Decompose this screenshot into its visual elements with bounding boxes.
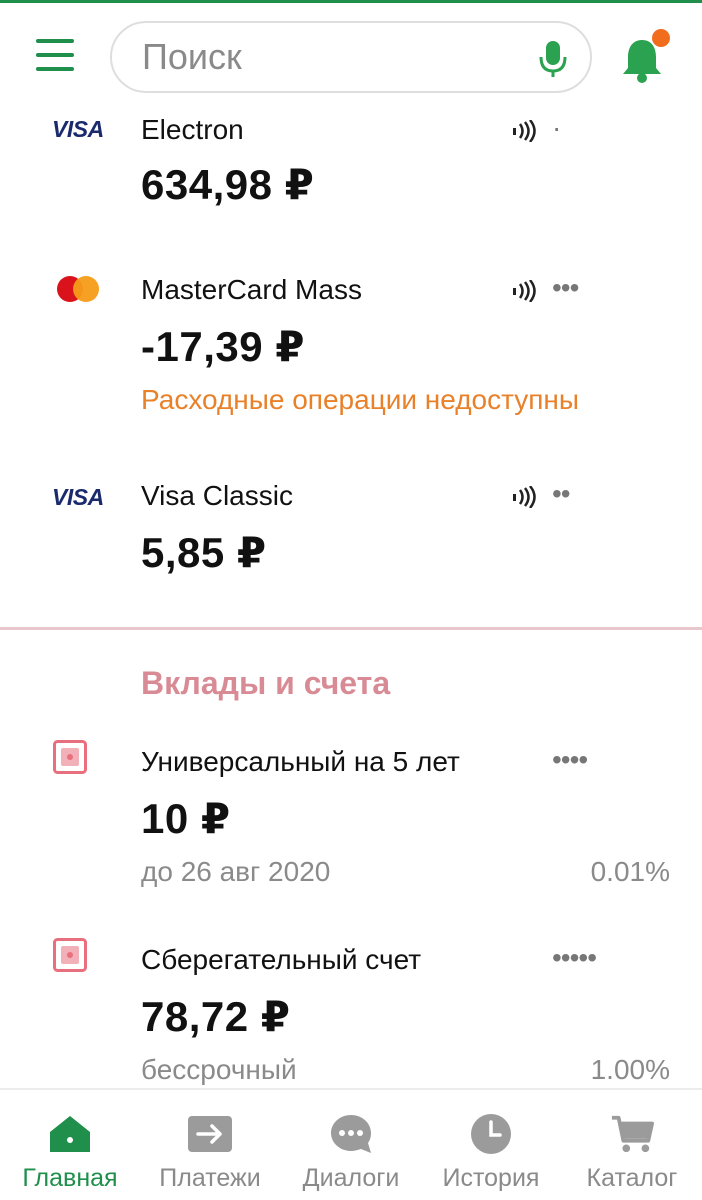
visa-logo-icon: VISA — [52, 116, 104, 142]
card-balance: 634,98 ₽ — [141, 161, 315, 208]
notification-badge — [652, 29, 670, 47]
visa-logo-icon: VISA — [52, 484, 104, 510]
card-balance: -17,39 ₽ — [141, 323, 305, 370]
nav-label: Диалоги — [302, 1164, 400, 1192]
clock-icon — [469, 1112, 513, 1156]
card-name: MasterCard Mass — [141, 274, 362, 305]
card-balance: 5,85 ₽ — [141, 529, 267, 576]
card-row-mastercard[interactable]: MasterCard Mass ••• -17,39 ₽ Расходные о… — [0, 270, 702, 430]
mastercard-logo-icon — [57, 276, 99, 302]
payments-arrow-icon — [188, 1112, 232, 1156]
safe-icon — [53, 938, 87, 972]
card-warning-text: Расходные операции недоступны — [141, 384, 580, 415]
deposit-balance: 10 ₽ — [141, 795, 231, 842]
card-name: Visa Classic — [141, 480, 293, 511]
nav-label: История — [442, 1164, 540, 1192]
deposit-term: бессрочный — [141, 1054, 297, 1085]
section-divider — [0, 627, 702, 630]
card-row-electron[interactable]: VISA Electron · 634,98 ₽ — [0, 108, 702, 228]
deposit-term: до 26 авг 2020 — [141, 856, 331, 887]
deposit-row[interactable]: Сберегательный счет ••••• 78,72 ₽ бессро… — [0, 938, 702, 1088]
deposits-section-title[interactable]: Вклады и счета — [141, 665, 390, 702]
microphone-icon[interactable] — [538, 39, 568, 79]
search-input[interactable] — [142, 37, 522, 77]
masked-card-number: · — [552, 112, 561, 143]
deposit-balance: 78,72 ₽ — [141, 993, 291, 1040]
nav-tab-catalog[interactable]: Каталог — [572, 1090, 692, 1200]
nav-label: Платежи — [159, 1164, 261, 1192]
chat-bubble-icon — [329, 1112, 373, 1156]
search-bar[interactable] — [110, 21, 592, 93]
nav-tab-dialogs[interactable]: Диалоги — [291, 1090, 411, 1200]
nav-tab-history[interactable]: История — [431, 1090, 551, 1200]
masked-card-number: ••• — [552, 272, 579, 303]
home-icon — [48, 1112, 92, 1156]
contactless-icon — [513, 280, 536, 302]
bottom-navigation: Главная Платежи Диалоги История Каталог — [0, 1088, 702, 1200]
deposit-rate: 0.01% — [590, 856, 670, 887]
deposit-name: Универсальный на 5 лет — [141, 746, 460, 777]
nav-label: Главная — [22, 1164, 118, 1192]
nav-tab-home[interactable]: Главная — [8, 1090, 132, 1200]
nav-label: Каталог — [586, 1164, 678, 1192]
contactless-icon — [513, 486, 536, 508]
masked-account-number: •••• — [552, 744, 588, 775]
card-row-visa-classic[interactable]: VISA Visa Classic •• 5,85 ₽ — [0, 476, 702, 596]
deposit-name: Сберегательный счет — [141, 944, 422, 975]
nav-tab-payments[interactable]: Платежи — [150, 1090, 270, 1200]
deposit-row[interactable]: Универсальный на 5 лет •••• 10 ₽ до 26 а… — [0, 740, 702, 900]
cart-icon — [610, 1112, 654, 1156]
hamburger-menu-icon[interactable] — [36, 39, 74, 71]
safe-icon — [53, 740, 87, 774]
masked-account-number: ••••• — [552, 942, 597, 973]
contactless-icon — [513, 120, 536, 142]
card-name: Electron — [141, 114, 244, 145]
masked-card-number: •• — [552, 478, 571, 509]
app-header — [0, 3, 702, 108]
deposit-rate: 1.00% — [590, 1054, 670, 1085]
